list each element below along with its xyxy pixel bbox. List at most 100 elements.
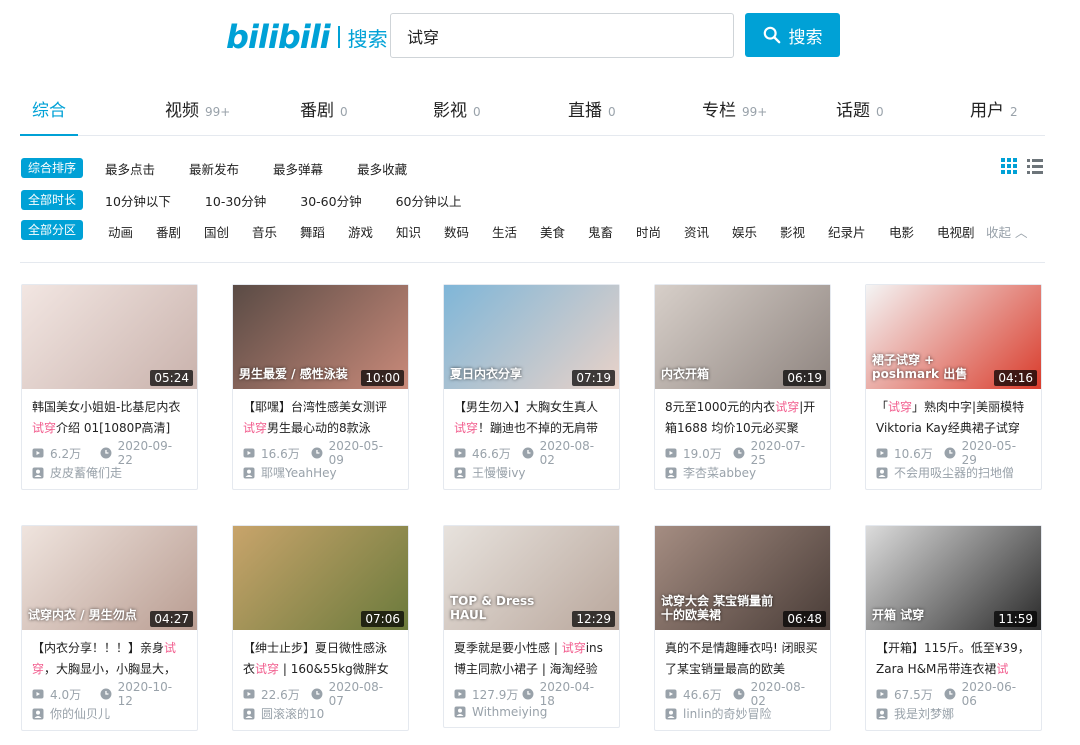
tab-all[interactable]: 综合 bbox=[32, 96, 66, 121]
tab-label: 直播 bbox=[568, 101, 602, 121]
video-title[interactable]: 「试穿」熟肉中字|美丽模特 Viktoria Kay经典裙子试穿秀 bbox=[866, 389, 1041, 439]
filter-sort-option[interactable]: 最多收藏 bbox=[357, 159, 407, 178]
video-meta: 19.0万 2020-07-25 bbox=[655, 439, 830, 467]
clock-icon bbox=[100, 688, 112, 700]
tab-article[interactable]: 专栏 99+ bbox=[702, 96, 767, 121]
video-title[interactable]: 【开箱】115斤。低至¥39，Zara H&M吊带连衣裙试 bbox=[866, 630, 1041, 680]
filter-zone-option[interactable]: 纪录片 bbox=[828, 222, 866, 241]
video-thumbnail[interactable]: TOP & Dress HAUL 12:29 bbox=[444, 526, 619, 630]
filter-zone-option[interactable]: 国创 bbox=[204, 222, 229, 241]
search-tabs: 综合 视频 99+ 番剧 0 影视 0 直播 0 专栏 99+ 话题 0 用户 2 bbox=[20, 92, 1045, 136]
filter-duration-selected[interactable]: 全部时长 bbox=[21, 190, 84, 210]
video-title[interactable]: 【耶嘿】台湾性感美女测评试穿男生最心动的8款泳 bbox=[233, 389, 408, 439]
tab-count: 99+ bbox=[205, 105, 231, 119]
video-thumbnail[interactable]: 试穿内衣 / 男生勿点 04:27 bbox=[22, 526, 197, 630]
upload-date: 2020-06-06 bbox=[961, 680, 1017, 708]
video-thumbnail[interactable]: 试穿大会 某宝销量前十的欧美裙 06:48 bbox=[655, 526, 830, 630]
filter-zone-option[interactable]: 电影 bbox=[889, 222, 914, 241]
tab-bangumi[interactable]: 番剧 0 bbox=[300, 96, 348, 121]
filter-zone-selected[interactable]: 全部分区 bbox=[21, 220, 84, 240]
video-card[interactable]: 07:06【绅士止步】夏日微性感泳衣试穿 | 160&55kg微胖女孩 22.6万… bbox=[232, 525, 409, 731]
logo-wordmark: bilibili bbox=[226, 18, 331, 56]
video-thumbnail[interactable]: 男生最爱 / 感性泳装 10:00 bbox=[233, 285, 408, 389]
uploader-name: 王慢慢ivy bbox=[472, 466, 526, 480]
filter-zone-option[interactable]: 数码 bbox=[444, 222, 469, 241]
list-view-icon[interactable] bbox=[1026, 157, 1044, 175]
video-card[interactable]: 试穿大会 某宝销量前十的欧美裙 06:48 真的不是情趣睡衣吗! 闭眼买了某宝销量最… bbox=[654, 525, 831, 731]
video-card[interactable]: 试穿内衣 / 男生勿点 04:27 【内衣分享！！！】亲身试穿，大胸显小，小胸显大，… bbox=[21, 525, 198, 731]
filter-zone-option[interactable]: 知识 bbox=[396, 222, 421, 241]
filter-zone-option[interactable]: 美食 bbox=[540, 222, 565, 241]
play-count: 22.6万 bbox=[261, 687, 300, 702]
logo-subtitle: 搜索 bbox=[347, 26, 388, 51]
filter-duration-option[interactable]: 10分钟以下 bbox=[105, 191, 171, 210]
uploader-icon bbox=[243, 467, 255, 478]
video-card[interactable]: 男生最爱 / 感性泳装 10:00 【耶嘿】台湾性感美女测评试穿男生最心动的8款泳 1… bbox=[232, 284, 409, 490]
video-title[interactable]: 真的不是情趣睡衣吗! 闭眼买了某宝销量最高的欧美 bbox=[655, 630, 830, 680]
filter-zone-option[interactable]: 时尚 bbox=[636, 222, 661, 241]
tab-live[interactable]: 直播 0 bbox=[568, 96, 616, 121]
play-count: 46.6万 bbox=[683, 687, 722, 702]
video-thumbnail[interactable]: 开箱 试穿 11:59 bbox=[866, 526, 1041, 630]
filter-duration-option[interactable]: 60分钟以上 bbox=[396, 191, 462, 210]
upload-date: 2020-08-02 bbox=[750, 680, 806, 708]
video-title[interactable]: 韩国美女小姐姐-比基尼内衣试穿介绍 01[1080P高清] bbox=[22, 389, 197, 439]
filter-zone-option[interactable]: 鬼畜 bbox=[588, 222, 613, 241]
filter-zone-option[interactable]: 电视剧 bbox=[937, 222, 975, 241]
filter-zone-option[interactable]: 动画 bbox=[108, 222, 133, 241]
thumbnail-overlay-text: 开箱 试穿 bbox=[872, 608, 925, 622]
video-meta: 46.6万 2020-08-02 bbox=[655, 680, 830, 708]
video-title[interactable]: 【男生勿入】大胸女生真人试穿！蹦迪也不掉的无肩带 bbox=[444, 389, 619, 439]
video-thumbnail[interactable]: 夏日内衣分享 07:19 bbox=[444, 285, 619, 389]
filter-zone-option[interactable]: 资讯 bbox=[684, 222, 709, 241]
video-duration: 06:48 bbox=[783, 611, 826, 627]
video-thumbnail[interactable]: 07:06 bbox=[233, 526, 408, 630]
title-text: 8元至1000元的内衣 bbox=[665, 400, 776, 414]
upload-date: 2020-04-18 bbox=[539, 680, 595, 708]
thumbnail-overlay-text: TOP & Dress HAUL bbox=[450, 594, 535, 622]
tab-user[interactable]: 用户 2 bbox=[970, 96, 1018, 121]
filter-sort-option[interactable]: 最新发布 bbox=[189, 159, 239, 178]
filter-duration-option[interactable]: 30-60分钟 bbox=[300, 191, 361, 210]
video-card[interactable]: TOP & Dress HAUL 12:29 夏季就是要小性感 | 试穿ins博主同… bbox=[443, 525, 620, 728]
filter-sort-option[interactable]: 最多弹幕 bbox=[273, 159, 323, 178]
upload-date: 2020-05-09 bbox=[328, 439, 384, 467]
bilibili-logo[interactable]: bilibili 搜索 bbox=[226, 18, 388, 56]
uploader-name: 耶嘿YeahHey bbox=[261, 466, 337, 480]
filter-zone-option[interactable]: 番剧 bbox=[156, 222, 181, 241]
filter-duration-option[interactable]: 10-30分钟 bbox=[205, 191, 266, 210]
collapse-zone-button[interactable]: 收起 ︿ bbox=[986, 222, 1028, 241]
video-thumbnail[interactable]: 05:24 bbox=[22, 285, 197, 389]
video-card[interactable]: 夏日内衣分享 07:19 【男生勿入】大胸女生真人试穿！蹦迪也不掉的无肩带 46.6万… bbox=[443, 284, 620, 490]
video-thumbnail[interactable]: 裙子试穿 + poshmark 出售 04:16 bbox=[866, 285, 1041, 389]
tab-film[interactable]: 影视 0 bbox=[433, 96, 481, 121]
video-title[interactable]: 夏季就是要小性感 | 试穿ins博主同款小裙子 | 海淘经验 bbox=[444, 630, 619, 680]
filter-sort-option[interactable]: 最多点击 bbox=[105, 159, 155, 178]
filter-zone-option[interactable]: 影视 bbox=[780, 222, 805, 241]
title-text: 男生最心动的8款泳 bbox=[267, 421, 371, 435]
video-card[interactable]: 裙子试穿 + poshmark 出售 04:16 「试穿」熟肉中字|美丽模特 Vik… bbox=[865, 284, 1042, 490]
filter-zone-option[interactable]: 生活 bbox=[492, 222, 517, 241]
filter-zone-option[interactable]: 音乐 bbox=[252, 222, 277, 241]
search-button-label: 搜索 bbox=[788, 27, 823, 48]
filter-zone-option[interactable]: 游戏 bbox=[348, 222, 373, 241]
video-card[interactable]: 开箱 试穿 11:59 【开箱】115斤。低至¥39，Zara H&M吊带连衣裙试 6… bbox=[865, 525, 1042, 731]
filter-zone-option[interactable]: 娱乐 bbox=[732, 222, 757, 241]
grid-view-icon[interactable] bbox=[1000, 157, 1018, 175]
video-title[interactable]: 8元至1000元的内衣试穿|开箱1688 均价10元必买聚 bbox=[655, 389, 830, 439]
tab-video[interactable]: 视频 99+ bbox=[165, 96, 230, 121]
filter-zone-option[interactable]: 舞蹈 bbox=[300, 222, 325, 241]
title-keyword-highlight: 试 bbox=[996, 662, 1009, 676]
clock-icon bbox=[944, 688, 956, 700]
video-thumbnail[interactable]: 内衣开箱 06:19 bbox=[655, 285, 830, 389]
video-card[interactable]: 内衣开箱 06:19 8元至1000元的内衣试穿|开箱1688 均价10元必买聚 19… bbox=[654, 284, 831, 490]
search-button[interactable]: 搜索 bbox=[745, 13, 840, 57]
video-title[interactable]: 【内衣分享！！！】亲身试穿，大胸显小，小胸显大， bbox=[22, 630, 197, 680]
video-card[interactable]: 05:24 韩国美女小姐姐-比基尼内衣试穿介绍 01[1080P高清] 6.2万 20… bbox=[21, 284, 198, 490]
tab-count: 0 bbox=[876, 105, 884, 119]
search-input[interactable] bbox=[390, 13, 734, 58]
upload-date: 2020-08-02 bbox=[539, 439, 595, 467]
tab-topic[interactable]: 话题 0 bbox=[836, 96, 884, 121]
filter-sort-selected[interactable]: 综合排序 bbox=[21, 158, 84, 178]
video-title[interactable]: 【绅士止步】夏日微性感泳衣试穿 | 160&55kg微胖女孩 bbox=[233, 630, 408, 680]
